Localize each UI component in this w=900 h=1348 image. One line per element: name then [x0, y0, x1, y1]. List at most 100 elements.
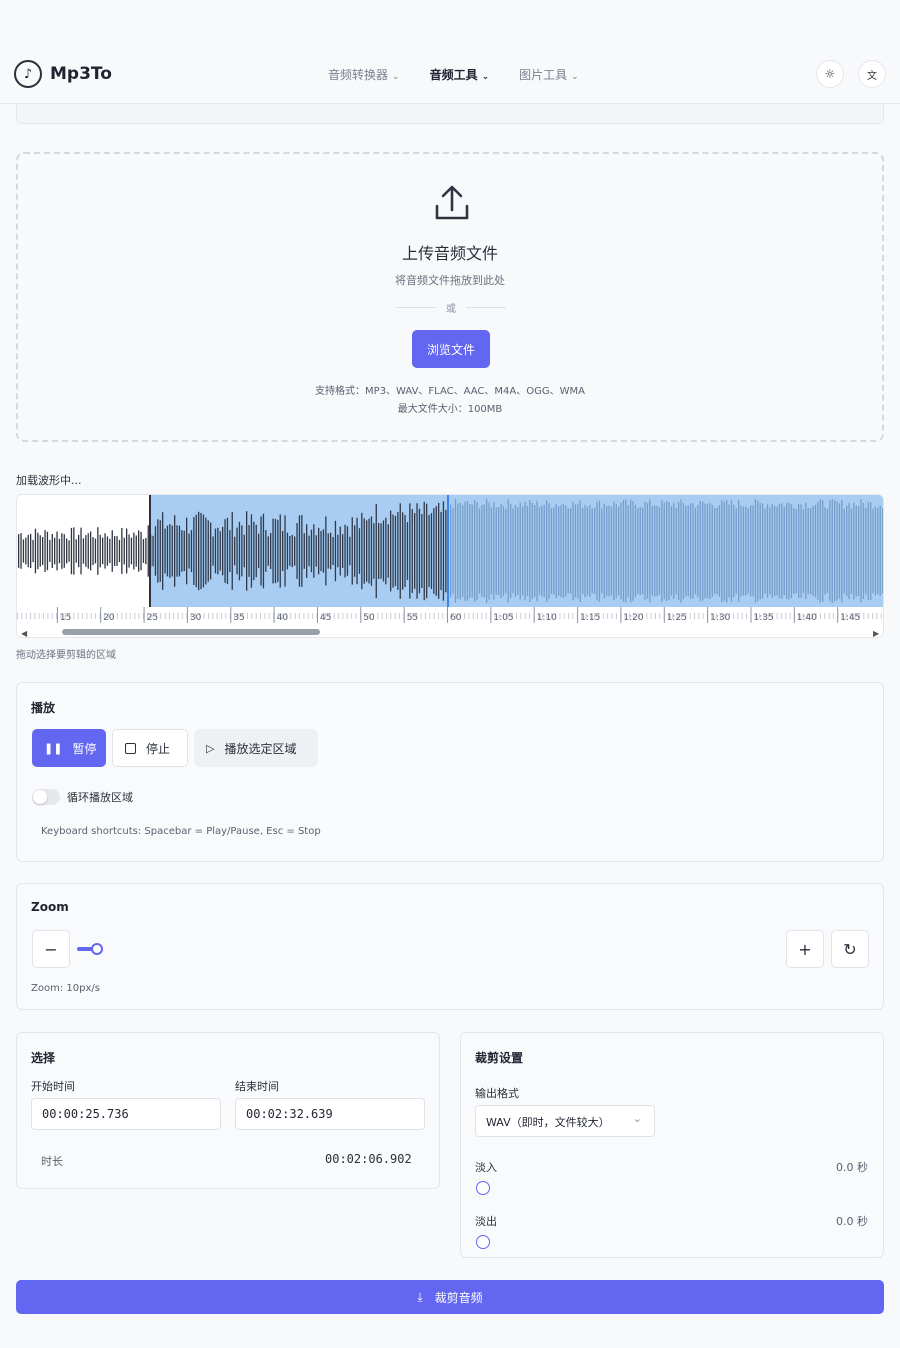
scroll-left-icon[interactable]: ◀ [21, 629, 28, 638]
nav-image-tools[interactable]: 图片工具 ⌄ [519, 66, 579, 83]
minor-tick [134, 613, 136, 619]
major-tick [620, 607, 622, 623]
minor-tick [17, 613, 18, 619]
minor-tick [125, 613, 127, 619]
minor-tick [333, 613, 335, 619]
playhead-cursor[interactable] [447, 495, 449, 607]
minor-tick [819, 613, 821, 619]
zoom-card: Zoom − + ↻ Zoom: 10px/s [16, 883, 884, 1010]
nav-audio-tools[interactable]: 音频工具 ⌄ [430, 66, 490, 83]
scroll-right-icon[interactable]: ▶ [873, 629, 880, 638]
minor-tick [650, 613, 652, 619]
chevron-down-icon: ⌄ [571, 72, 579, 82]
or-divider: 或 [396, 300, 506, 315]
minor-tick [607, 613, 609, 619]
zoom-reset-button[interactable]: ↻ [831, 930, 869, 968]
minor-tick [377, 613, 379, 619]
minor-tick [524, 613, 526, 619]
tick-label: 1:45 [840, 613, 860, 623]
zoom-out-button[interactable]: − [32, 930, 70, 968]
tick-label: 60 [450, 613, 462, 623]
zoom-value: Zoom: 10px/s [31, 983, 100, 994]
top-header: ♪ Mp3To 音频转换器 ⌄ 音频工具 ⌄ 图片工具 ⌄ ☼ 文 [0, 44, 900, 104]
minor-tick [477, 613, 478, 619]
selection-title: 选择 [31, 1051, 56, 1065]
minor-tick [472, 613, 474, 619]
nav-audio-converter[interactable]: 音频转换器 ⌄ [328, 66, 400, 83]
major-tick [533, 607, 535, 623]
waveform-canvas[interactable]: 15 20 25 30 35 40 45 50 55 60 1:05 1:10 1:15 1:20 1:25… [17, 495, 884, 638]
minor-tick [785, 613, 787, 619]
minor-tick [824, 613, 826, 619]
minor-tick [746, 613, 748, 619]
theme-toggle-button[interactable]: ☼ [816, 60, 844, 88]
minor-tick [290, 613, 292, 619]
minor-tick [216, 613, 218, 619]
supported-formats: 支持格式：MP3、WAV、FLAC、AAC、M4A、OGG、WMA [315, 386, 585, 397]
zoom-in-button[interactable]: + [786, 930, 824, 968]
major-tick [100, 607, 102, 623]
minor-tick [481, 613, 483, 619]
browse-files-button[interactable]: 浏览文件 [412, 330, 490, 368]
minor-tick [433, 613, 435, 619]
tick-label: 25 [147, 613, 158, 623]
tick-label: 1:05 [493, 613, 513, 623]
scrollbar-thumb[interactable] [62, 629, 320, 635]
minor-tick [294, 613, 296, 619]
minor-tick [116, 613, 118, 619]
minor-tick [655, 613, 656, 619]
start-time-input[interactable]: 00:00:25.736 [31, 1098, 221, 1130]
start-time-label: 开始时间 [31, 1080, 75, 1093]
play-icon: ▷ [206, 741, 215, 755]
playback-title: 播放 [31, 701, 56, 715]
zoom-title: Zoom [31, 900, 69, 914]
upload-dropzone[interactable]: 上传音频文件 将音频文件拖放到此处 或 浏览文件 支持格式：MP3、WAV、FL… [16, 152, 884, 442]
major-tick [273, 607, 275, 623]
logo[interactable]: ♪ Mp3To [14, 60, 112, 88]
pause-icon: ❚❚ [44, 741, 63, 755]
logo-text: Mp3To [50, 64, 112, 84]
playback-card: 播放 ❚❚ 暂停 停止 ▷ 播放选定区域 循环播放区域 Keyboard sho… [16, 682, 884, 862]
minor-tick [615, 613, 617, 619]
major-tick [230, 607, 232, 623]
minor-tick [485, 613, 487, 619]
minor-tick [95, 613, 97, 619]
play-selection-button[interactable]: ▷ 播放选定区域 [194, 729, 318, 767]
fade-in-slider-thumb[interactable] [476, 1181, 490, 1195]
zoom-slider[interactable] [77, 943, 107, 955]
upload-subtitle: 将音频文件拖放到此处 [395, 274, 505, 287]
waveform-panel[interactable]: 15 20 25 30 35 40 45 50 55 60 1:05 1:10 1:15 1:20 1:25… [16, 494, 884, 638]
stop-button[interactable]: 停止 [112, 729, 188, 767]
reset-icon: ↻ [843, 939, 857, 959]
end-time-input[interactable]: 00:02:32.639 [235, 1098, 425, 1130]
fade-out-label: 淡出 [475, 1215, 497, 1228]
minor-tick [442, 613, 444, 619]
trim-audio-label: 裁剪音频 [434, 1290, 483, 1305]
selection-region[interactable] [150, 495, 884, 607]
minor-tick [160, 613, 162, 619]
trim-audio-button[interactable]: ⤓ 裁剪音频 [16, 1280, 884, 1314]
zoom-slider-thumb[interactable] [91, 943, 103, 955]
minor-tick [351, 613, 353, 619]
tick-label: 1:35 [754, 613, 774, 623]
loop-toggle[interactable] [32, 789, 60, 805]
pause-button[interactable]: ❚❚ 暂停 [32, 729, 106, 767]
minor-tick [468, 613, 470, 619]
minor-tick [225, 613, 227, 619]
output-format-select[interactable]: WAV（即时，文件较大） ⌄ [475, 1105, 655, 1137]
output-format-value: WAV（即时，文件较大） [486, 1116, 610, 1129]
stop-label: 停止 [146, 741, 171, 756]
language-button[interactable]: 文 [858, 60, 886, 88]
fade-out-value: 0.0 秒 [836, 1215, 868, 1228]
minor-tick [203, 613, 205, 619]
fade-out-slider-thumb[interactable] [476, 1235, 490, 1249]
selection-start-handle[interactable] [149, 495, 151, 607]
minor-tick [420, 613, 422, 619]
minor-tick [385, 613, 387, 619]
minor-tick [429, 613, 431, 619]
minor-tick [168, 613, 170, 619]
logo-icon: ♪ [14, 60, 42, 88]
tick-label: 1:40 [797, 613, 817, 623]
tick-label: 15 [60, 613, 71, 623]
minor-tick [381, 613, 383, 619]
